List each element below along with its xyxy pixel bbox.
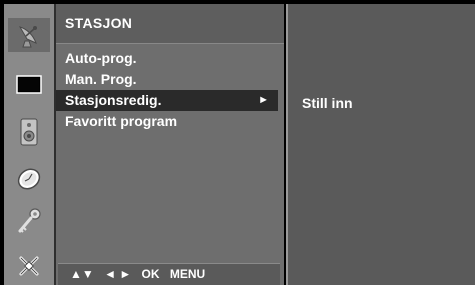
satellite-dish-icon <box>18 26 37 48</box>
menu-item-label: Favoritt program <box>65 113 178 129</box>
screen-icon <box>16 75 42 94</box>
main-menu: STASJON Auto-prog. Man. Prog. Stasjonsre… <box>56 4 284 285</box>
menu-item-label: Auto-prog. <box>65 50 137 66</box>
chevron-right-icon: ► <box>258 94 269 106</box>
sidebar-item-time[interactable] <box>8 162 50 196</box>
menu-item-label: Stasjonsredig. <box>65 92 162 108</box>
menu-item-stasjonsredig[interactable]: Stasjonsredig. ► <box>56 90 278 111</box>
menu-list: Auto-prog. Man. Prog. Stasjonsredig. ► F… <box>56 48 284 132</box>
submenu-panel: Still inn <box>286 4 475 285</box>
sidebar-item-option[interactable] <box>8 249 50 283</box>
speaker-icon <box>20 118 38 146</box>
menu-item-man-prog[interactable]: Man. Prog. <box>56 69 284 90</box>
osd-frame: STASJON Auto-prog. Man. Prog. Stasjonsre… <box>0 0 475 285</box>
clock-icon <box>17 168 41 190</box>
sidebar <box>4 4 56 285</box>
submenu-item-still-inn[interactable]: Still inn <box>302 95 353 111</box>
settings-icon <box>19 256 39 276</box>
menu-item-label: Man. Prog. <box>65 71 137 87</box>
menu-item-auto-prog[interactable]: Auto-prog. <box>56 48 284 69</box>
menu-title: STASJON <box>56 4 284 44</box>
sidebar-item-lock[interactable] <box>8 204 50 238</box>
navigation-hint-bar: ▲▼ ◄ ► OK MENU <box>58 263 280 285</box>
up-down-arrows-icon: ▲▼ <box>70 267 94 281</box>
sidebar-item-picture[interactable] <box>8 68 50 102</box>
menu-hint: MENU <box>169 267 206 281</box>
ok-hint: OK <box>141 267 160 281</box>
key-icon <box>18 208 41 233</box>
sidebar-item-station[interactable] <box>8 18 50 52</box>
left-right-arrows-icon: ◄ ► <box>104 267 132 281</box>
menu-item-favoritt-program[interactable]: Favoritt program <box>56 111 284 132</box>
sidebar-item-audio[interactable] <box>8 115 50 149</box>
